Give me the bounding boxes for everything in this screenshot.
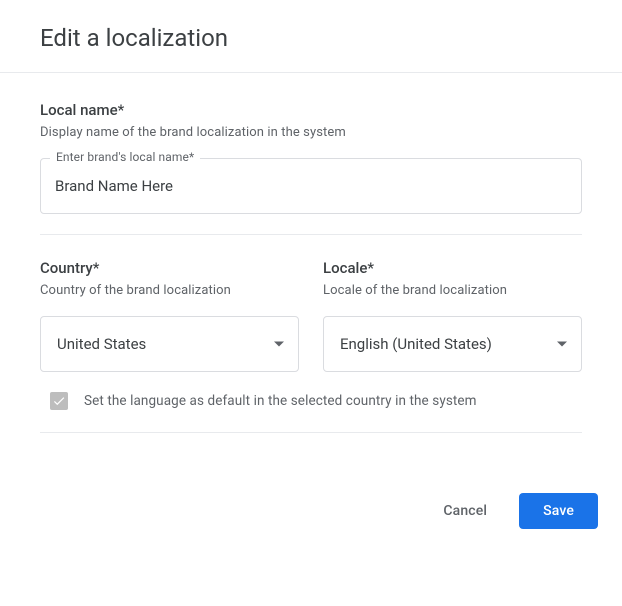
- locale-value: English (United States): [340, 335, 492, 353]
- default-language-row: Set the language as default in the selec…: [40, 372, 582, 433]
- chevron-down-icon: [557, 342, 567, 347]
- local-name-input-wrapper: Enter brand's local name*: [40, 158, 582, 214]
- locale-desc: Locale of the brand localization: [323, 283, 582, 298]
- locale-select[interactable]: English (United States): [323, 316, 582, 372]
- dialog-title: Edit a localization: [40, 24, 582, 52]
- local-name-section: Local name* Display name of the brand lo…: [40, 101, 582, 235]
- check-icon: [52, 394, 66, 408]
- save-button[interactable]: Save: [519, 493, 598, 529]
- country-label: Country*: [40, 259, 299, 277]
- country-desc: Country of the brand localization: [40, 283, 299, 298]
- locale-label: Locale*: [323, 259, 582, 277]
- dialog-body: Local name* Display name of the brand lo…: [0, 73, 622, 433]
- country-col: Country* Country of the brand localizati…: [40, 259, 299, 372]
- cancel-button[interactable]: Cancel: [423, 493, 507, 529]
- dialog-footer: Cancel Save: [0, 433, 622, 553]
- locale-col: Locale* Locale of the brand localization…: [323, 259, 582, 372]
- country-locale-row: Country* Country of the brand localizati…: [40, 259, 582, 372]
- local-name-input[interactable]: [40, 158, 582, 214]
- local-name-label: Local name*: [40, 101, 582, 119]
- default-language-checkbox[interactable]: [50, 392, 68, 410]
- chevron-down-icon: [274, 342, 284, 347]
- country-select[interactable]: United States: [40, 316, 299, 372]
- edit-localization-dialog: Edit a localization Local name* Display …: [0, 0, 622, 553]
- dialog-header: Edit a localization: [0, 0, 622, 73]
- local-name-desc: Display name of the brand localization i…: [40, 125, 582, 140]
- local-name-floating-label: Enter brand's local name*: [50, 150, 200, 164]
- default-language-label: Set the language as default in the selec…: [84, 393, 477, 409]
- country-value: United States: [57, 335, 146, 353]
